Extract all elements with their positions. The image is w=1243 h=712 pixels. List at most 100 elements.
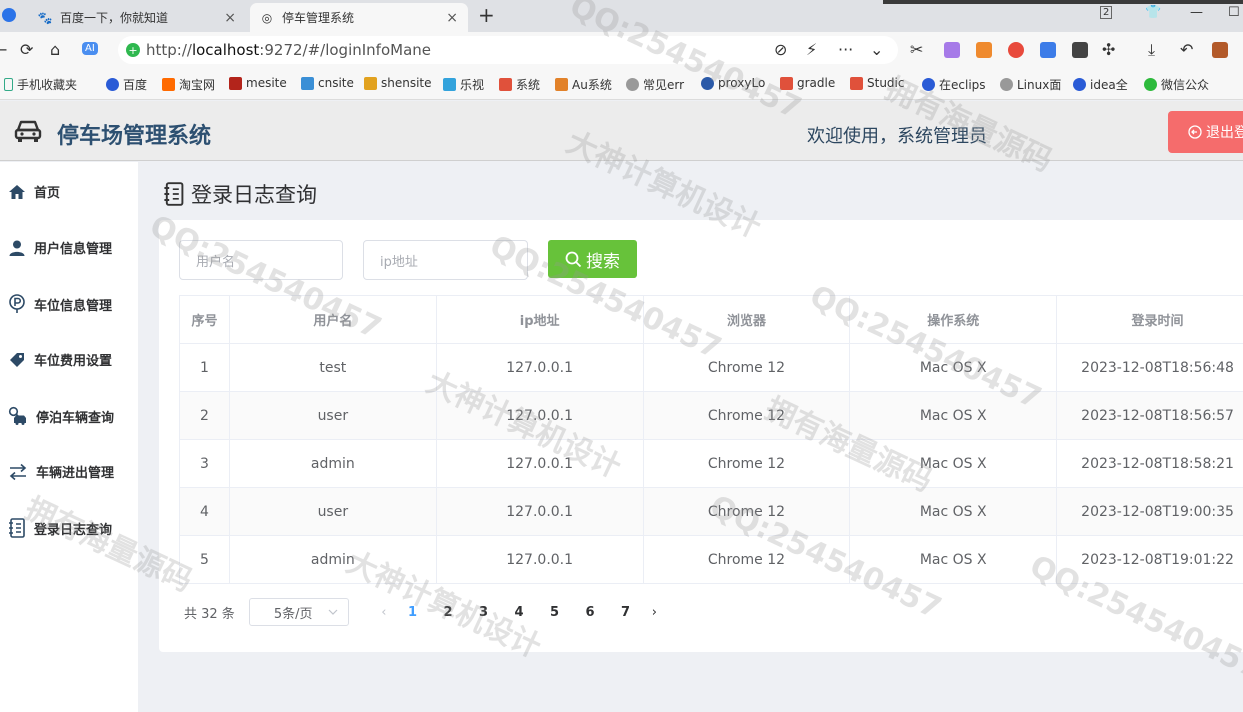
minimize-button[interactable]: — — [1190, 5, 1203, 20]
weibo-ext-icon[interactable] — [1008, 42, 1024, 58]
sidebar-item-label: 用户信息管理 — [34, 242, 113, 257]
bookmark-item[interactable]: gradle — [780, 76, 835, 90]
new-tab-button[interactable]: + — [478, 3, 495, 27]
cell-os: Mac OS X — [849, 487, 1058, 536]
expand-icon[interactable]: ⌄ — [870, 40, 883, 59]
browser-tab-parking[interactable]: ◎ 停车管理系统 × — [250, 3, 468, 32]
undo-icon[interactable]: ↶ — [1180, 40, 1193, 59]
baidu-paw-icon: 🐾 — [37, 10, 53, 25]
scissors-icon[interactable]: ✂ — [910, 40, 923, 59]
site-icon — [229, 76, 242, 90]
bookmark-item[interactable]: Au系统 — [555, 76, 612, 93]
cell-username: admin — [228, 535, 437, 584]
reload-button[interactable]: ⟳ — [20, 40, 33, 59]
table-row: 5 admin 127.0.0.1 Chrome 12 Mac OS X 202… — [179, 535, 1243, 584]
bookmark-item[interactable]: idea全 — [1073, 76, 1128, 93]
bookmark-item[interactable]: 微信公众 — [1144, 76, 1209, 93]
sidebar-item-vehicle-access[interactable]: 车辆进出管理 — [8, 462, 114, 481]
next-page-button[interactable]: › — [643, 605, 665, 620]
baidu-paw-icon — [1073, 78, 1086, 91]
bolt-icon[interactable]: ⚡ — [806, 40, 817, 59]
sidebar-item-users[interactable]: 用户信息管理 — [8, 238, 112, 257]
translate-ext-icon[interactable] — [944, 42, 960, 58]
cell-login-time: 2023-12-08T18:56:57 — [1056, 391, 1243, 440]
maximize-button[interactable]: ☐ — [1228, 5, 1240, 20]
cell-browser: Chrome 12 — [642, 343, 851, 392]
pocket-ext-icon[interactable] — [1072, 42, 1088, 58]
cell-index: 3 — [179, 439, 230, 488]
sidebar-item-login-logs[interactable]: 登录日志查询 — [8, 518, 112, 538]
column-header: 登录时间 — [1056, 295, 1243, 344]
download-icon[interactable]: ⤓ — [1148, 40, 1155, 60]
cell-browser: Chrome 12 — [642, 535, 851, 584]
bookmark-item[interactable]: 常见err — [626, 76, 684, 93]
page-title: 登录日志查询 — [163, 179, 317, 209]
car-logo-icon — [14, 120, 42, 142]
url-prefix: http:// — [146, 41, 192, 59]
bookmark-item[interactable]: 百度 — [106, 76, 147, 93]
bookmark-item[interactable]: 乐视 — [443, 76, 484, 93]
sidebar-item-home[interactable]: 首页 — [8, 182, 60, 201]
app-title: 停车场管理系统 — [57, 124, 212, 149]
sidebar-item-label: 登录日志查询 — [34, 522, 113, 538]
back-button[interactable]: ← — [0, 40, 7, 59]
bookmark-item[interactable]: cnsite — [301, 76, 354, 90]
prev-page-button[interactable]: ‹ — [373, 605, 395, 620]
logout-button[interactable]: 退出登 — [1168, 111, 1243, 153]
table-row: 2 user 127.0.0.1 Chrome 12 Mac OS X 2023… — [179, 391, 1243, 440]
transfer-icon — [9, 463, 27, 480]
cell-index: 4 — [179, 487, 230, 536]
close-tab-icon[interactable]: × — [224, 10, 236, 26]
page-6[interactable]: 6 — [572, 605, 608, 620]
ai-button[interactable]: AI — [82, 42, 98, 55]
baidu-paw-icon — [106, 78, 119, 91]
cell-ip: 127.0.0.1 — [435, 343, 644, 392]
page-7[interactable]: 7 — [608, 605, 644, 620]
fox-ext-icon[interactable] — [976, 42, 992, 58]
cell-login-time: 2023-12-08T19:01:22 — [1056, 535, 1243, 584]
bookmark-item[interactable]: shensite — [364, 76, 432, 90]
browser-tab-baidu[interactable]: 🐾 百度一下，你就知道 × — [28, 3, 246, 32]
page-4[interactable]: 4 — [501, 605, 537, 620]
page-5[interactable]: 5 — [537, 605, 573, 620]
bookmark-item[interactable]: Studic — [850, 76, 904, 90]
cell-index: 2 — [179, 391, 230, 440]
home-button[interactable]: ⌂ — [50, 40, 60, 59]
tab-count-badge[interactable]: 2 — [1100, 6, 1113, 19]
search-button-label: 搜索 — [586, 251, 620, 272]
search-button[interactable]: 搜索 — [548, 240, 637, 278]
bookmark-item[interactable]: Linux面 — [1000, 76, 1061, 93]
block-icon[interactable]: ⊘ — [774, 40, 787, 59]
window-shadow — [883, 0, 1243, 4]
briefcase-icon[interactable] — [1212, 42, 1228, 58]
cell-index: 5 — [179, 535, 230, 584]
cell-login-time: 2023-12-08T19:00:35 — [1056, 487, 1243, 536]
sidebar-item-fees[interactable]: 车位费用设置 — [8, 350, 112, 369]
mail-ext-icon[interactable] — [1040, 42, 1056, 58]
puzzle-icon[interactable]: ✣ — [1102, 40, 1115, 59]
shirt-icon[interactable]: 👕 — [1145, 5, 1161, 20]
ip-input[interactable]: ip地址 — [363, 240, 528, 280]
bookmark-item[interactable]: 在eclips — [922, 76, 986, 93]
tv-icon — [443, 78, 456, 91]
browser-menu-icon[interactable] — [2, 8, 16, 22]
page-3[interactable]: 3 — [466, 605, 502, 620]
bookmark-item[interactable]: mesite — [229, 76, 287, 90]
site-icon — [499, 78, 512, 91]
page-2[interactable]: 2 — [430, 605, 466, 620]
secure-icon: + — [126, 43, 140, 57]
bookmark-item[interactable]: 淘宝网 — [162, 76, 215, 93]
username-input[interactable]: 用户名 — [179, 240, 343, 280]
bookmark-item[interactable]: 手机收藏夹 — [4, 76, 77, 93]
page-1[interactable]: 1 — [395, 605, 431, 620]
bookmark-item[interactable]: 系统 — [499, 76, 540, 93]
sidebar-item-parked-cars[interactable]: 停泊车辆查询 — [8, 406, 114, 426]
logout-icon — [1188, 125, 1202, 139]
page-size-select[interactable]: 5条/页 — [248, 598, 349, 626]
sidebar-item-parking-spaces[interactable]: 车位信息管理 — [8, 294, 112, 314]
login-log-table: 序号 用户名 ip地址 浏览器 操作系统 登录时间 1 test 127.0.0… — [179, 295, 1243, 584]
bookmark-item[interactable]: proxyLo — [701, 76, 765, 90]
more-icon[interactable]: ··· — [838, 40, 853, 59]
search-icon — [565, 251, 582, 267]
close-tab-icon[interactable]: × — [446, 10, 458, 26]
